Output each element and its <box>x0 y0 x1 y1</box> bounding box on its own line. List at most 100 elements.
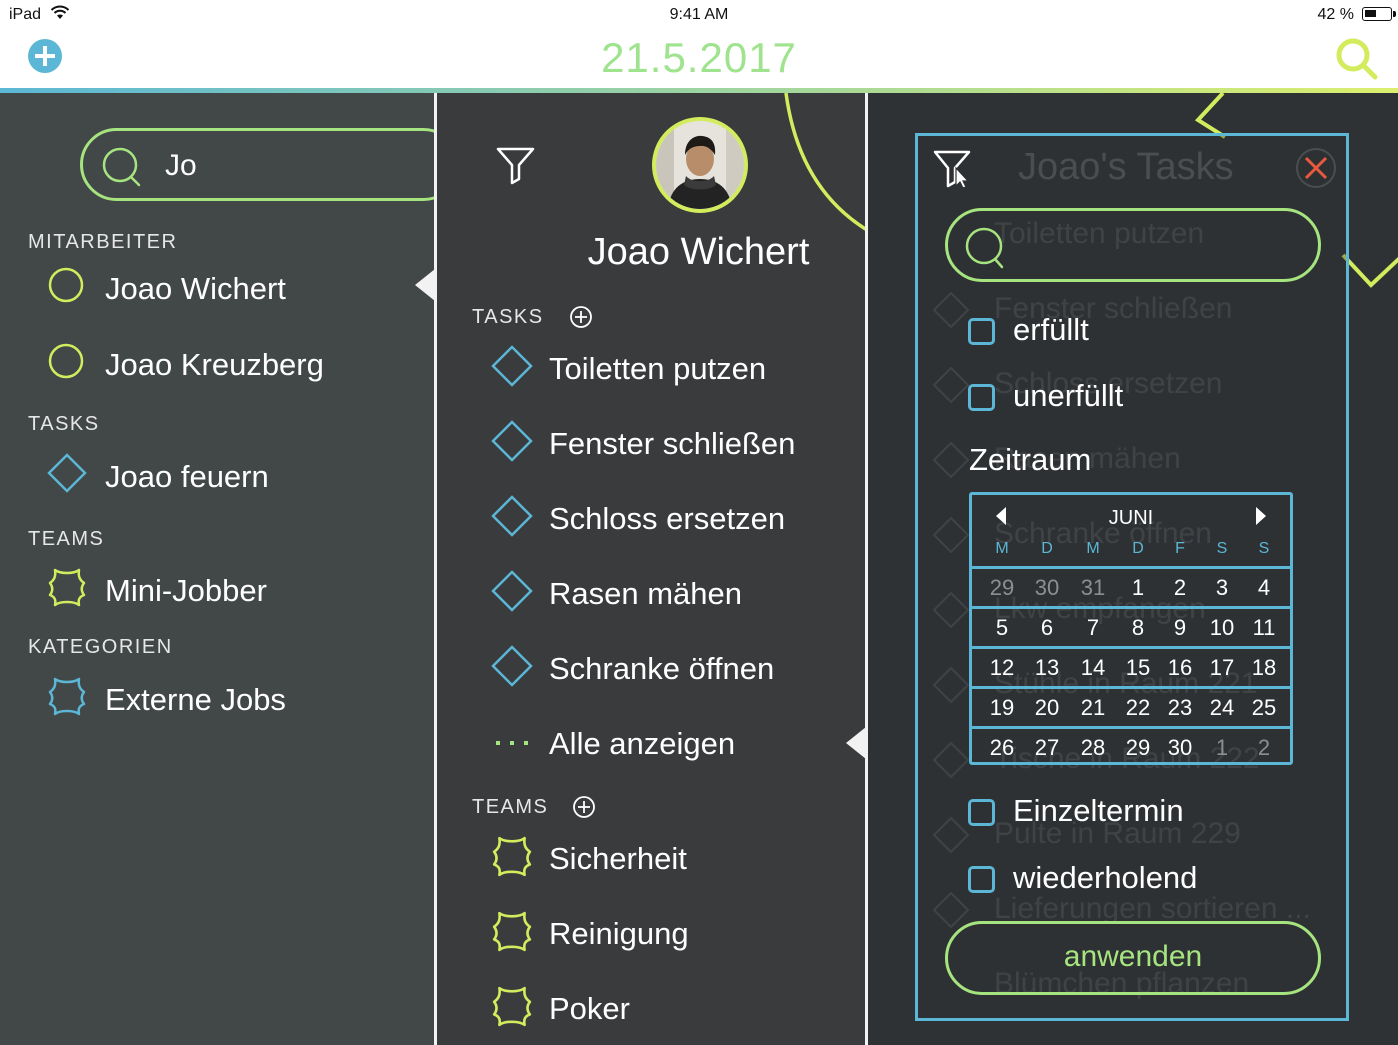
filter-option-label: Einzeltermin <box>1013 793 1184 828</box>
team-badge-icon <box>492 836 532 877</box>
category-badge-icon <box>48 677 86 716</box>
weekday-label: D <box>1132 540 1144 557</box>
calendar-week: 5 6 7 8 9 10 11 <box>972 606 1290 646</box>
calendar-day[interactable]: 8 <box>1120 615 1156 641</box>
search-icon <box>965 227 1004 269</box>
calendar-day[interactable]: 29 <box>984 575 1020 601</box>
calendar-day[interactable]: 4 <box>1246 575 1282 601</box>
profile-teams-header: TEAMS <box>472 796 595 819</box>
search-button[interactable] <box>1334 36 1380 82</box>
add-team-icon[interactable] <box>572 795 596 819</box>
profile-task-label: Toiletten putzen <box>549 351 767 386</box>
result-task[interactable]: Joao feuern <box>47 453 367 503</box>
calendar-day[interactable]: 5 <box>984 615 1020 641</box>
current-date[interactable]: 21.5.2017 <box>0 34 1398 82</box>
close-icon[interactable] <box>1294 146 1338 190</box>
calendar-day[interactable]: 12 <box>984 655 1020 681</box>
calendar-day[interactable]: 24 <box>1204 695 1240 721</box>
task-diamond-icon <box>491 345 533 387</box>
search-field[interactable]: Jo <box>80 128 434 201</box>
calendar-day[interactable]: 19 <box>984 695 1020 721</box>
task-list-column: Toiletten putzen Fenster schließen Schlo… <box>868 93 1398 1045</box>
search-query: Jo <box>165 149 197 182</box>
filter-panel: Joao's Tasks erfüllt unerfüllt Zeitraum … <box>915 133 1349 1021</box>
result-team[interactable]: Mini-Jobber <box>47 567 367 617</box>
result-category[interactable]: Externe Jobs <box>47 676 367 726</box>
calendar-day[interactable]: 1 <box>1120 575 1156 601</box>
calendar-day[interactable]: 2 <box>1162 575 1198 601</box>
calendar-day[interactable]: 27 <box>1029 735 1065 761</box>
task-search-field[interactable] <box>945 208 1321 282</box>
selection-pointer <box>846 727 866 759</box>
employee-circle-icon <box>48 267 84 303</box>
profile-teams-header-label: TEAMS <box>472 796 549 818</box>
weekday-label: S <box>1216 540 1228 557</box>
profile-column: Joao Wichert TASKS Toiletten putzen Fens… <box>437 93 865 1045</box>
weekday-label: M <box>1086 540 1100 557</box>
calendar-day[interactable]: 16 <box>1162 655 1198 681</box>
profile-team-label: Sicherheit <box>549 841 687 876</box>
next-month-icon[interactable] <box>1256 507 1266 525</box>
calendar-day[interactable]: 13 <box>1029 655 1065 681</box>
calendar-day[interactable]: 20 <box>1029 695 1065 721</box>
calendar-week: 26 27 28 29 30 1 2 <box>972 726 1290 766</box>
search-icon <box>102 147 141 187</box>
checkbox[interactable] <box>968 866 995 893</box>
calendar-day[interactable]: 3 <box>1204 575 1240 601</box>
add-task-icon[interactable] <box>569 305 593 329</box>
avatar-photo <box>656 121 744 209</box>
profile-team-item[interactable]: Sicherheit <box>491 835 851 885</box>
selection-pointer <box>415 269 435 301</box>
calendar-day[interactable]: 10 <box>1204 615 1240 641</box>
calendar-day[interactable]: 17 <box>1204 655 1240 681</box>
calendar-day[interactable]: 22 <box>1120 695 1156 721</box>
calendar-day[interactable]: 14 <box>1075 655 1111 681</box>
calendar-day[interactable]: 2 <box>1246 735 1282 761</box>
filter-icon[interactable] <box>495 145 537 185</box>
calendar-day[interactable]: 26 <box>984 735 1020 761</box>
task-diamond-icon <box>491 420 533 462</box>
checkbox[interactable] <box>968 318 995 345</box>
profile-team-item[interactable]: Poker <box>491 985 851 1035</box>
profile-team-item[interactable]: Reinigung <box>491 910 851 960</box>
calendar-day[interactable]: 31 <box>1075 575 1111 601</box>
calendar-day[interactable]: 30 <box>1029 575 1065 601</box>
team-badge-icon <box>492 986 532 1027</box>
checkbox[interactable] <box>968 799 995 826</box>
calendar-day[interactable]: 11 <box>1246 615 1282 641</box>
calendar-day[interactable]: 23 <box>1162 695 1198 721</box>
calendar-day[interactable]: 29 <box>1120 735 1156 761</box>
result-employee[interactable]: Joao Kreuzberg <box>47 341 367 391</box>
calendar-day[interactable]: 9 <box>1162 615 1198 641</box>
more-dots-icon <box>496 741 528 745</box>
apply-filter-button[interactable]: anwenden <box>945 921 1321 995</box>
calendar-day[interactable]: 6 <box>1029 615 1065 641</box>
calendar-day[interactable]: 18 <box>1246 655 1282 681</box>
calendar-day[interactable]: 21 <box>1075 695 1111 721</box>
checkbox[interactable] <box>968 384 995 411</box>
calendar-day[interactable]: 30 <box>1162 735 1198 761</box>
result-employee[interactable]: Joao Wichert <box>47 265 367 315</box>
weekday-label: F <box>1175 540 1185 557</box>
calendar-day[interactable]: 25 <box>1246 695 1282 721</box>
calendar-day[interactable]: 7 <box>1075 615 1111 641</box>
profile-task-item[interactable]: Toiletten putzen <box>491 345 851 395</box>
profile-task-item[interactable]: Fenster schließen <box>491 420 851 470</box>
profile-task-item[interactable]: Schranke öffnen <box>491 645 851 695</box>
show-all-button[interactable]: Alle anzeigen <box>491 720 851 770</box>
calendar-day[interactable]: 1 <box>1204 735 1240 761</box>
profile-task-item[interactable]: Rasen mähen <box>491 570 851 620</box>
task-diamond-icon <box>47 453 87 493</box>
app-screen: iPad 9:41 AM 42 % 21.5.2017 Jo MITARBEIT… <box>0 0 1398 1045</box>
weekday-label: M <box>995 540 1009 557</box>
filter-icon[interactable] <box>932 148 976 192</box>
calendar-week: 29 30 31 1 2 3 4 <box>972 566 1290 606</box>
avatar[interactable] <box>652 117 748 213</box>
profile-task-item[interactable]: Schloss ersetzen <box>491 495 851 545</box>
section-header-teams: TEAMS <box>28 528 105 550</box>
filter-option-label: unerfüllt <box>1013 378 1124 413</box>
filter-option-label: wiederholend <box>1013 860 1198 895</box>
calendar-day[interactable]: 28 <box>1075 735 1111 761</box>
result-employee-label: Joao Kreuzberg <box>105 347 324 382</box>
calendar-day[interactable]: 15 <box>1120 655 1156 681</box>
